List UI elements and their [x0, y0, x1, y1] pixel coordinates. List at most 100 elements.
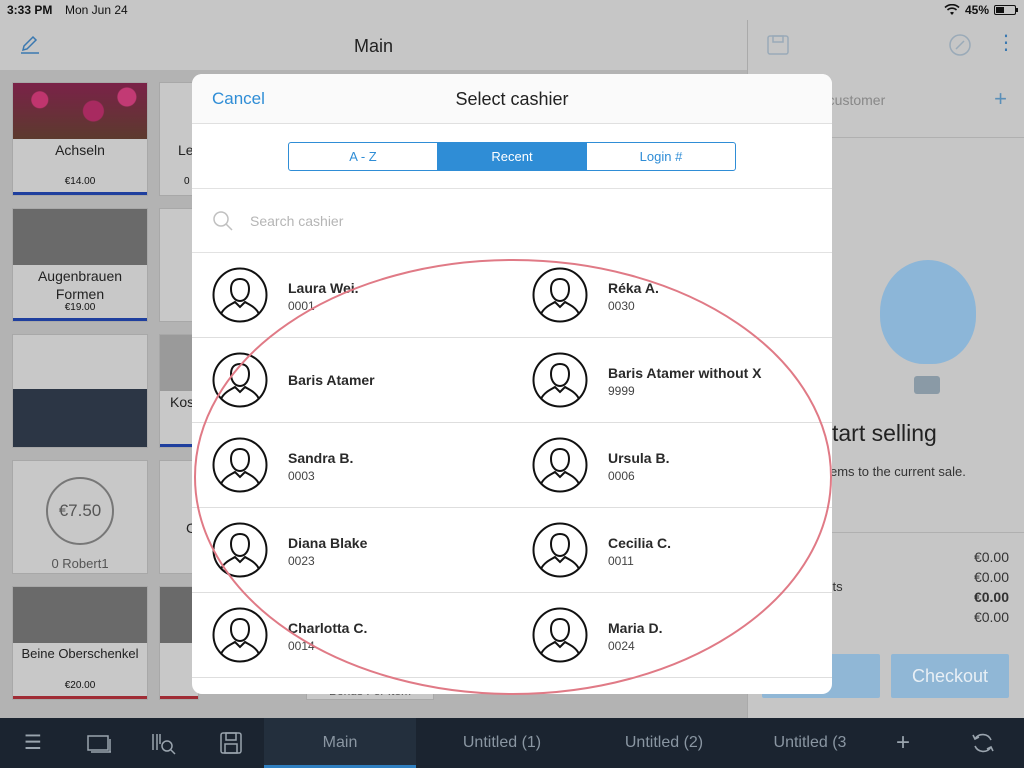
total-value: €0.00	[973, 549, 1009, 565]
cashier-name: Baris Atamer	[288, 372, 375, 388]
cashier-item[interactable]: Baris Atamer without X 9999	[512, 338, 832, 423]
category-bar	[13, 318, 147, 321]
status-time: 3:33 PM	[7, 3, 53, 17]
segment-recent[interactable]: Recent	[438, 143, 587, 170]
product-name: Augenbrauen Formen	[37, 268, 123, 302]
cashier-name: Diana Blake	[288, 535, 368, 551]
save-icon[interactable]	[218, 730, 244, 756]
cashier-item[interactable]: Cecilia C. 0011	[512, 508, 832, 593]
product-image	[13, 587, 147, 643]
category-bar	[13, 192, 147, 195]
cashier-item[interactable]: Réka A. 0030	[512, 253, 832, 338]
tab-untitled-1[interactable]: Untitled (1)	[426, 718, 578, 768]
cashier-item[interactable]: Charlotta C. 0014	[192, 593, 512, 678]
product-tile[interactable]: Achseln €14.00	[12, 82, 148, 196]
cashier-code: 0011	[608, 554, 634, 568]
discount-icon[interactable]	[948, 33, 972, 57]
segment-login-number[interactable]: Login #	[587, 143, 735, 170]
cashier-code: 0024	[608, 639, 635, 653]
cashier-item[interactable]: Ursula B. 0006	[512, 423, 832, 508]
cashier-code: 0001	[288, 299, 315, 313]
barcode-search-icon[interactable]	[150, 730, 176, 756]
menu-icon[interactable]: ☰	[20, 730, 46, 756]
cashier-item[interactable]: Diana Blake 0023	[192, 508, 512, 593]
cashier-name: Sandra B.	[288, 450, 354, 466]
cashier-row: Sandra B. 0003 Ursula B. 0006	[192, 423, 832, 508]
avatar-icon	[532, 522, 588, 578]
battery-icon	[994, 5, 1018, 15]
avatar-icon	[532, 352, 588, 408]
avatar-icon	[212, 522, 268, 578]
cashier-name: Cecilia C.	[608, 535, 672, 551]
modal-title: Select cashier	[455, 89, 569, 109]
search-icon	[213, 211, 233, 231]
tab-untitled-2[interactable]: Untitled (2)	[588, 718, 740, 768]
product-name: Beine Oberschenkel	[21, 646, 139, 661]
avatar-icon	[532, 437, 588, 493]
cashier-code: 0030	[608, 299, 635, 313]
cashier-name: Laura Wei.	[288, 280, 359, 296]
product-tile[interactable]: Beine Oberschenkel €20.00	[12, 586, 148, 700]
cashier-name: Baris Atamer without X	[608, 365, 762, 381]
cashier-item[interactable]: Sandra B. 0003	[192, 423, 512, 508]
avatar-icon	[532, 267, 588, 323]
product-image-dark	[13, 389, 147, 447]
product-price: €20.00	[64, 680, 96, 691]
cashier-code: 0006	[608, 469, 635, 483]
product-tile[interactable]: €7.50 0 Robert1	[12, 460, 148, 574]
sync-icon[interactable]	[970, 730, 996, 756]
search-row	[192, 188, 832, 253]
status-right: 45%	[944, 3, 1018, 17]
cashier-code: 0023	[288, 554, 315, 568]
balloon-illustration	[880, 260, 976, 364]
tab-main[interactable]: Main	[264, 718, 416, 768]
product-image	[13, 83, 147, 139]
cashier-item[interactable]: Maria D. 0024	[512, 593, 832, 678]
product-tile[interactable]: Augenbrauen Formen €19.00	[12, 208, 148, 322]
add-tab-icon[interactable]: +	[890, 730, 916, 756]
page-title: Main	[353, 36, 393, 56]
segment-a-z[interactable]: A - Z	[289, 143, 438, 170]
total-value: €0.00	[973, 569, 1009, 585]
search-input[interactable]	[250, 208, 810, 234]
product-name: Achseln	[55, 142, 105, 158]
battery-percent: 45%	[964, 3, 989, 17]
empty-title: tart selling	[832, 420, 937, 446]
price-coin: €7.50	[46, 477, 114, 545]
cashier-row: Diana Blake 0023 Cecilia C. 0011	[192, 508, 832, 593]
cashier-row: Baris Atamer Baris Atamer without X 9999	[192, 338, 832, 423]
select-cashier-modal: Cancel Select cashier A - Z Recent Login…	[192, 74, 832, 694]
save-icon[interactable]	[766, 34, 790, 56]
cashier-name: Maria D.	[608, 620, 663, 636]
cashier-item[interactable]: Baris Atamer	[192, 338, 512, 423]
checkout-button[interactable]: Checkout	[891, 654, 1009, 698]
product-tile[interactable]	[12, 334, 148, 448]
cashier-name: Réka A.	[608, 280, 659, 296]
more-icon[interactable]: ⋮	[996, 30, 1016, 55]
cashier-name: Ursula B.	[608, 450, 670, 466]
modal-header: Cancel Select cashier	[192, 74, 832, 124]
cashier-item[interactable]: Laura Wei. 0001	[192, 253, 512, 338]
avatar-icon	[212, 437, 268, 493]
avatar-icon	[212, 607, 268, 663]
avatar-icon	[212, 352, 268, 408]
product-image	[13, 209, 147, 265]
avatar-icon	[532, 607, 588, 663]
wifi-icon	[944, 4, 960, 15]
tab-untitled-3[interactable]: Untitled (3	[750, 718, 870, 768]
cashier-row: Laura Wei. 0001 Réka A. 0030	[192, 253, 832, 338]
empty-subtitle: ems to the current sale.	[830, 464, 966, 479]
category-bar	[13, 696, 147, 699]
cashier-code: 0014	[288, 639, 315, 653]
product-price: €14.00	[64, 176, 96, 187]
total-value: €0.00	[973, 609, 1009, 625]
cashier-code: 9999	[608, 384, 635, 398]
add-customer-plus-icon[interactable]: +	[994, 86, 1007, 112]
cancel-button[interactable]: Cancel	[212, 89, 265, 109]
balloon-basket	[914, 376, 940, 394]
cashier-list: Laura Wei. 0001 Réka A. 0030 Baris Atamer Bar…	[192, 253, 832, 678]
product-name: 0 Robert1	[51, 556, 109, 571]
total-value: €0.00	[973, 589, 1009, 605]
status-bar: 3:33 PM Mon Jun 24 45%	[0, 0, 1024, 20]
screens-icon[interactable]	[86, 730, 112, 756]
